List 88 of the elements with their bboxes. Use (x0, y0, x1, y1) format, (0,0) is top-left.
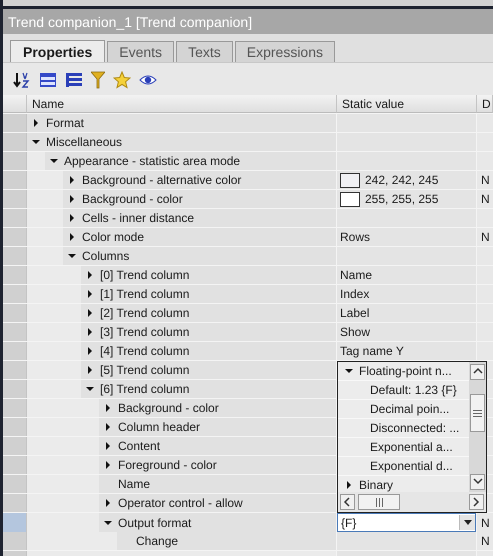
expander-icon[interactable] (86, 366, 94, 374)
property-name: Change (136, 534, 178, 548)
color-swatch[interactable] (340, 172, 360, 188)
tab[interactable]: Texts (176, 41, 233, 62)
property-value: Show (340, 325, 370, 339)
expander-icon[interactable] (50, 157, 58, 165)
expander-icon[interactable] (68, 233, 76, 241)
property-value: Name (340, 268, 372, 282)
sort-icon[interactable] (13, 71, 31, 89)
scroll-up-button[interactable] (470, 364, 485, 380)
grip-icon (473, 408, 482, 418)
list-icon[interactable] (39, 72, 57, 88)
expander-icon[interactable] (86, 328, 94, 336)
expander-icon[interactable] (86, 271, 94, 279)
property-name: [6] Trend column (100, 382, 190, 396)
expander-icon[interactable] (32, 119, 40, 127)
caret-icon (464, 520, 472, 525)
expander-icon[interactable] (345, 367, 353, 375)
expander-icon[interactable] (68, 252, 76, 260)
filter-icon[interactable] (91, 71, 105, 89)
property-name: Name (118, 477, 150, 491)
tab[interactable]: Events (107, 41, 174, 62)
expander-icon[interactable] (104, 442, 112, 450)
header-corner (3, 95, 27, 113)
expander-icon[interactable] (68, 176, 76, 184)
dynamic-value: N (481, 516, 490, 530)
property-name: Color mode (82, 230, 144, 244)
star-icon[interactable] (113, 71, 131, 89)
column-header: D (477, 95, 493, 113)
property-name: [4] Trend column (100, 344, 190, 358)
property-name: Columns (82, 249, 130, 263)
vertical-scrollbar[interactable] (469, 362, 486, 492)
scroll-left-button[interactable] (340, 494, 355, 510)
property-value: Label (340, 306, 370, 320)
expander-icon[interactable] (104, 461, 112, 469)
expander-icon[interactable] (104, 423, 112, 431)
scroll-right-button[interactable] (469, 494, 484, 510)
property-name: Column header (118, 420, 200, 434)
expander-icon[interactable] (104, 518, 112, 526)
expander-icon[interactable] (345, 481, 353, 489)
expander-icon[interactable] (104, 499, 112, 507)
expander-icon[interactable] (68, 195, 76, 203)
property-name: Foreground - color (118, 458, 217, 472)
property-value: Tag name Y (340, 344, 404, 358)
tab[interactable]: Properties (10, 40, 106, 62)
property-name: Cells - inner distance (82, 211, 194, 225)
expander-icon[interactable] (86, 309, 94, 317)
dynamic-value: N (481, 192, 490, 206)
expander-icon[interactable] (86, 290, 94, 298)
dynamic-value: N (481, 230, 490, 244)
eye-icon[interactable] (139, 74, 157, 86)
property-name: [0] Trend column (100, 268, 190, 282)
format-combo-field[interactable]: {F} (337, 513, 476, 532)
expander-icon[interactable] (68, 214, 76, 222)
property-name: [1] Trend column (100, 287, 190, 301)
chevron-icon (342, 497, 352, 507)
property-name: Operator control - allow (118, 496, 243, 510)
property-name: [2] Trend column (100, 306, 190, 320)
property-name: Content (118, 439, 160, 453)
expander-icon[interactable] (32, 138, 40, 146)
property-name: Format (46, 116, 84, 130)
expander-icon[interactable] (86, 385, 94, 393)
property-name: [5] Trend column (100, 363, 190, 377)
scroll-down-button[interactable] (470, 474, 485, 490)
column-header: Name (27, 95, 337, 113)
tree-list-icon[interactable] (65, 72, 83, 88)
dynamic-value: N (481, 534, 490, 548)
property-value: 255, 255, 255 (365, 192, 438, 206)
color-swatch[interactable] (340, 192, 360, 206)
dynamic-value: N (481, 173, 490, 187)
property-name: Background - alternative color (82, 173, 242, 187)
property-name: Output format (118, 516, 192, 530)
grip-icon (374, 498, 384, 506)
property-name: Appearance - statistic area mode (64, 154, 240, 168)
expander-icon[interactable] (104, 404, 112, 412)
property-name: [3] Trend column (100, 325, 190, 339)
property-name: Background - color (82, 192, 183, 206)
property-value: 242, 242, 245 (365, 173, 438, 187)
window-title: Trend companion_1 [Trend companion] (3, 9, 493, 34)
dropdown-button[interactable] (459, 515, 475, 530)
property-value: Index (340, 287, 370, 301)
property-name: Miscellaneous (46, 135, 122, 149)
column-header: Static value (337, 95, 477, 113)
property-name: Background - color (118, 401, 219, 415)
expander-icon[interactable] (86, 347, 94, 355)
tab[interactable]: Expressions (234, 41, 336, 62)
horizontal-scrollbar[interactable] (338, 492, 486, 512)
property-value: Rows (340, 230, 370, 244)
